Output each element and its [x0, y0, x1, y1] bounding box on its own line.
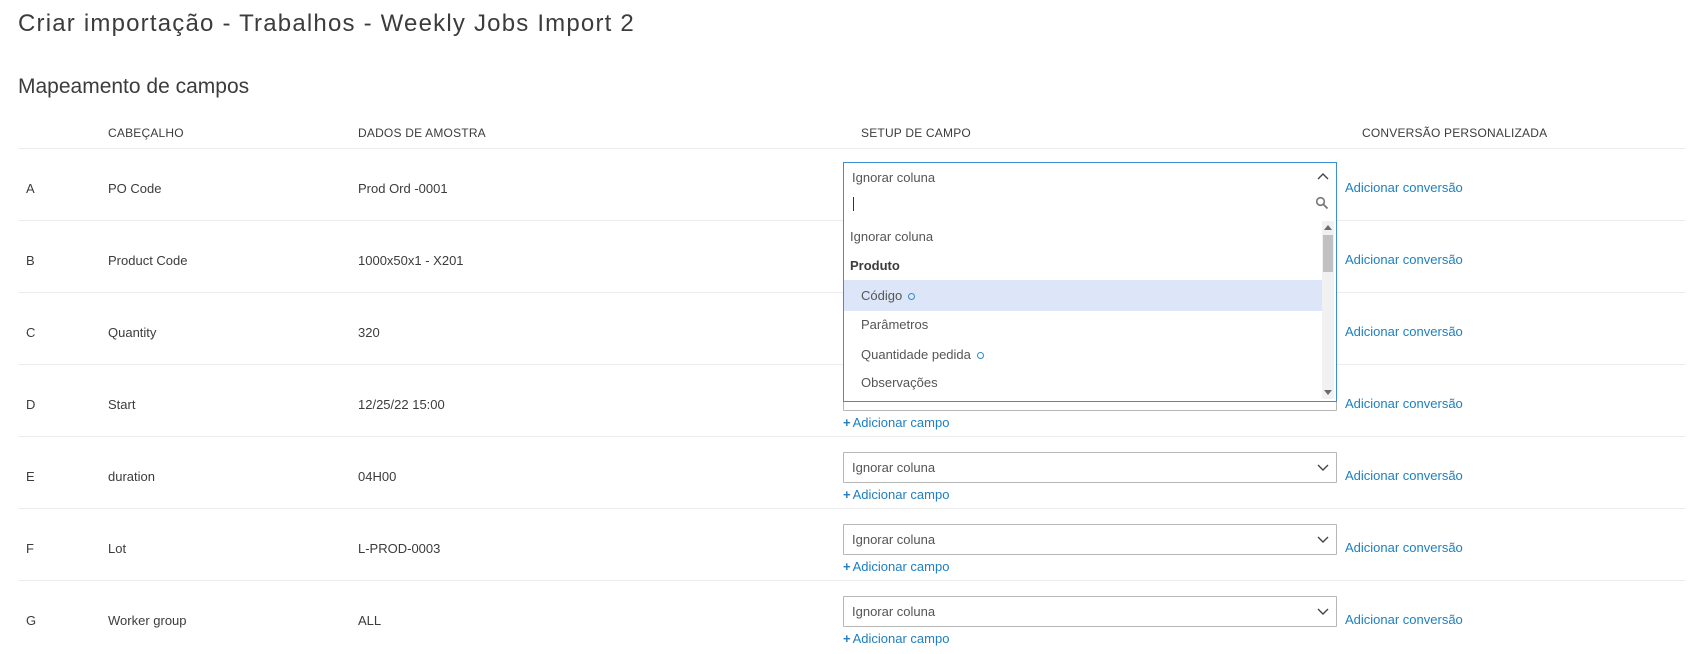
field-setup-value: Ignorar coluna [852, 460, 936, 475]
add-field-label: Adicionar campo [852, 559, 950, 574]
row-header: Lot [108, 541, 127, 556]
plus-icon: + [843, 487, 851, 502]
row-header: duration [108, 469, 155, 484]
dropdown-group-label: Produto [844, 250, 1322, 281]
field-setup-select[interactable]: Ignorar coluna [843, 596, 1337, 627]
add-conversion-link[interactable]: Adicionar conversão [1345, 468, 1463, 483]
plus-icon: + [843, 559, 851, 574]
dropdown-option[interactable]: Código [844, 280, 1322, 311]
row-header: Start [108, 397, 136, 412]
field-setup-value: Ignorar coluna [852, 532, 936, 547]
add-field-link[interactable]: + Adicionar campo [843, 415, 949, 430]
dropdown-option[interactable]: Parâmetros [844, 309, 1322, 340]
row-sample-data: 04H00 [358, 469, 397, 484]
row-sample-data: ALL [358, 613, 382, 628]
add-conversion-link[interactable]: Adicionar conversão [1345, 180, 1463, 195]
required-indicator-icon [977, 352, 984, 359]
scroll-down-arrow-icon[interactable] [1324, 390, 1332, 395]
add-field-label: Adicionar campo [852, 487, 950, 502]
row-letter: A [26, 181, 35, 196]
field-setup-dropdown-open[interactable]: Ignorar coluna Ignorar coluna Produto Códi… [843, 162, 1337, 402]
row-header: Worker group [108, 613, 187, 628]
row-sample-data: L-PROD-0003 [358, 541, 441, 556]
dropdown-option[interactable]: Ignorar coluna [844, 221, 1322, 252]
scroll-up-arrow-icon[interactable] [1324, 225, 1332, 230]
field-setup-select[interactable]: Ignorar coluna [843, 524, 1337, 555]
option-label: Código [861, 288, 903, 303]
row-letter: F [26, 541, 34, 556]
add-field-link[interactable]: + Adicionar campo [843, 487, 949, 502]
row-letter: G [26, 613, 37, 628]
plus-icon: + [843, 631, 851, 646]
page-title: Criar importação - Trabalhos - Weekly Jo… [18, 10, 635, 37]
row-sample-data: 320 [358, 325, 380, 340]
required-indicator-icon [908, 293, 915, 300]
option-label: Parâmetros [861, 317, 929, 332]
dropdown-search-input[interactable] [847, 190, 1333, 216]
row-sample-data: Prod Ord -0001 [358, 181, 448, 196]
dropdown-options-list: Ignorar coluna Produto Código Parâmetros Qua… [844, 221, 1322, 401]
row-header: Quantity [108, 325, 157, 340]
add-field-label: Adicionar campo [852, 415, 950, 430]
search-icon [1315, 196, 1329, 210]
field-setup-value: Ignorar coluna [852, 604, 936, 619]
chevron-down-icon [1317, 536, 1329, 543]
add-field-label: Adicionar campo [852, 631, 950, 646]
row-letter: D [26, 397, 36, 412]
column-header-sample: DADOS DE AMOSTRA [358, 126, 486, 140]
option-label: Ignorar coluna [850, 229, 934, 244]
plus-icon: + [843, 415, 851, 430]
chevron-down-icon [1317, 464, 1329, 471]
column-header-setup: SETUP DE CAMPO [861, 126, 971, 140]
add-conversion-link[interactable]: Adicionar conversão [1345, 612, 1463, 627]
scrollbar-thumb[interactable] [1323, 235, 1333, 272]
row-letter: C [26, 325, 36, 340]
add-field-link[interactable]: + Adicionar campo [843, 559, 949, 574]
row-header: Product Code [108, 253, 188, 268]
row-sample-data: 12/25/22 15:00 [358, 397, 445, 412]
chevron-down-icon [1317, 608, 1329, 615]
add-conversion-link[interactable]: Adicionar conversão [1345, 396, 1463, 411]
add-conversion-link[interactable]: Adicionar conversão [1345, 324, 1463, 339]
dropdown-header[interactable]: Ignorar coluna [844, 163, 1336, 190]
option-label: Produto [850, 258, 900, 273]
add-conversion-link[interactable]: Adicionar conversão [1345, 252, 1463, 267]
add-field-link[interactable]: + Adicionar campo [843, 631, 949, 646]
section-title: Mapeamento de campos [18, 75, 250, 98]
column-header-header: CABEÇALHO [108, 126, 184, 140]
chevron-up-icon[interactable] [1316, 170, 1330, 184]
dropdown-selected-value: Ignorar coluna [852, 170, 936, 185]
row-letter: B [26, 253, 35, 268]
column-header-conversion: CONVERSÃO PERSONALIZADA [1362, 126, 1548, 140]
option-label: Observações [861, 375, 938, 390]
option-label: Quantidade pedida [861, 347, 971, 362]
row-header: PO Code [108, 181, 162, 196]
field-setup-select[interactable]: Ignorar coluna [843, 452, 1337, 483]
dropdown-option[interactable]: Observações [844, 367, 1322, 398]
dropdown-option[interactable]: Quantidade pedida [844, 339, 1322, 370]
row-letter: E [26, 469, 35, 484]
text-cursor [853, 197, 854, 211]
row-sample-data: 1000x50x1 - X201 [358, 253, 464, 268]
dropdown-scrollbar[interactable] [1322, 221, 1334, 399]
add-conversion-link[interactable]: Adicionar conversão [1345, 540, 1463, 555]
